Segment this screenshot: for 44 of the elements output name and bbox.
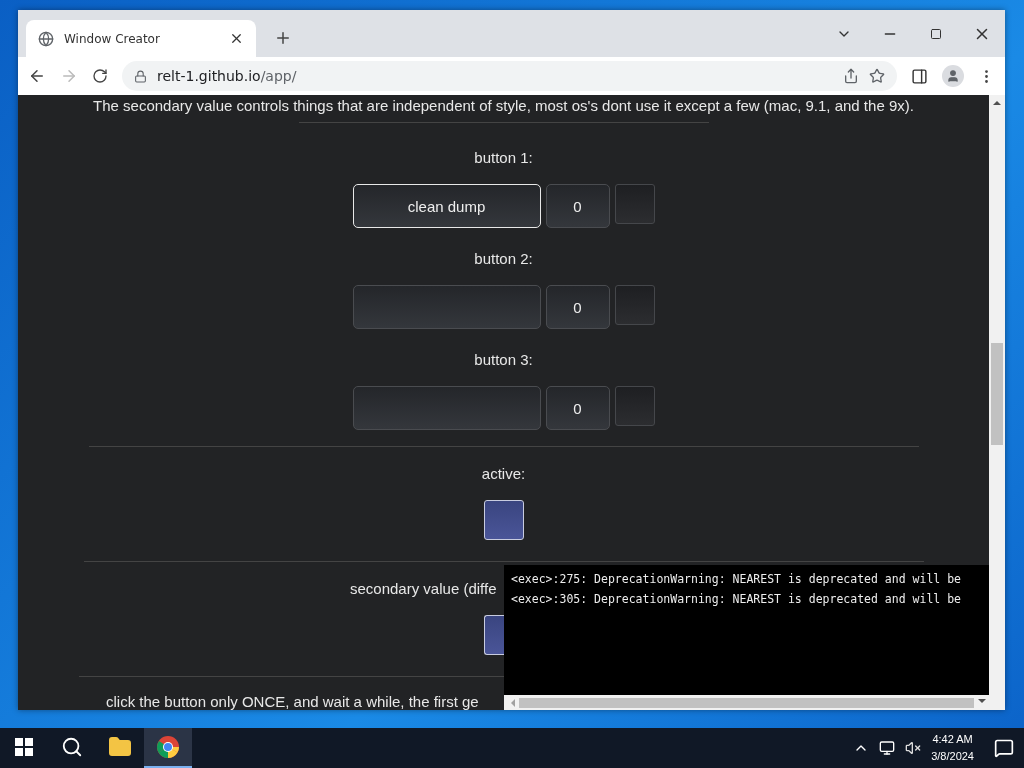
horizontal-scrollbar[interactable] bbox=[504, 695, 989, 710]
text-field[interactable] bbox=[352, 285, 541, 329]
side-panel-icon[interactable] bbox=[911, 67, 928, 85]
note-text: click the button only ONCE, and wait a while, the first ge bbox=[106, 693, 479, 710]
console-line: <exec>:305: DeprecationWarning: NEAREST is deprecated and will be bbox=[511, 592, 963, 606]
star-icon[interactable] bbox=[869, 68, 885, 84]
taskbar-app[interactable] bbox=[144, 728, 192, 768]
button-label: button 3: bbox=[474, 351, 533, 368]
maximize-icon[interactable] bbox=[930, 27, 942, 40]
notification-icon[interactable] bbox=[994, 738, 1014, 758]
secondary-label: secondary value (diffe bbox=[350, 580, 497, 597]
number-field[interactable]: 0 bbox=[545, 285, 610, 329]
url-host: relt-1.github.io bbox=[157, 68, 261, 84]
button-label: button 2: bbox=[474, 250, 533, 267]
chrome-icon bbox=[156, 735, 180, 759]
browser-tab[interactable]: Window Creator bbox=[26, 20, 256, 57]
address-bar[interactable]: relt-1.github.io/app/ bbox=[122, 61, 897, 91]
checkbox[interactable] bbox=[614, 184, 655, 224]
muted-speaker-icon[interactable] bbox=[905, 740, 922, 756]
console-line: <exec>:275: DeprecationWarning: NEAREST is deprecated and will be bbox=[511, 572, 963, 586]
checkbox[interactable] bbox=[614, 386, 655, 426]
active-label: active: bbox=[481, 465, 526, 482]
reload-icon[interactable] bbox=[92, 68, 108, 84]
scrollbar[interactable] bbox=[989, 95, 1005, 710]
search-icon bbox=[61, 736, 83, 758]
profile-icon[interactable] bbox=[942, 65, 964, 87]
text-field[interactable]: clean dump bbox=[352, 184, 541, 228]
new-tab-icon[interactable] bbox=[274, 29, 292, 47]
number-field[interactable]: 0 bbox=[545, 184, 610, 228]
intro-text: The secondary value controls things that are independent of style, most os's dont use it except a few (mac, 9.1, and the 9x). bbox=[93, 97, 914, 114]
checkbox[interactable] bbox=[614, 285, 655, 325]
share-icon[interactable] bbox=[843, 68, 859, 84]
network-icon[interactable] bbox=[879, 740, 896, 756]
url-path: /app/ bbox=[260, 68, 297, 84]
clock[interactable]: 4:42 AM 3/8/2024 bbox=[931, 731, 974, 765]
folder-icon bbox=[108, 735, 132, 759]
close-icon[interactable] bbox=[229, 31, 244, 46]
lock-icon bbox=[134, 69, 147, 83]
back-icon[interactable] bbox=[28, 67, 46, 85]
button-label: button 1: bbox=[474, 149, 533, 166]
windows-icon bbox=[15, 738, 33, 756]
globe-icon bbox=[38, 30, 54, 47]
number-field[interactable]: 0 bbox=[545, 386, 610, 430]
text-field[interactable] bbox=[352, 386, 541, 430]
